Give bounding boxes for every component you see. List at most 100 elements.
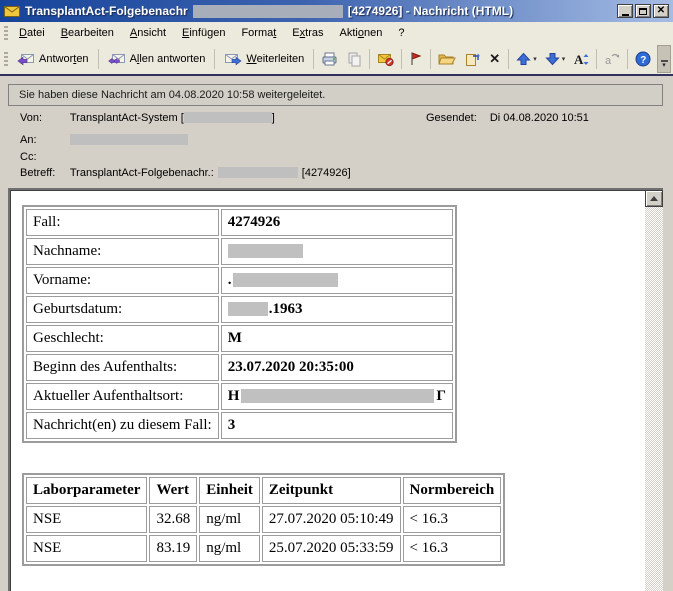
- header-row-an: An:: [20, 134, 188, 146]
- case-row-value: .1963: [221, 296, 453, 323]
- next-item-button[interactable]: ▾: [541, 49, 570, 69]
- lab-cell: NSE: [26, 535, 147, 562]
- toolbar-grip-handle[interactable]: [4, 52, 8, 67]
- forward-button[interactable]: Weiterleiten: [218, 49, 310, 69]
- an-redaction-block: [70, 134, 188, 145]
- case-row-label: Nachricht(en) zu diesem Fall:: [26, 412, 219, 439]
- toolbar-separator: [430, 49, 431, 69]
- von-redaction-block: [184, 112, 272, 123]
- svg-text:A: A: [574, 52, 584, 67]
- menu-hilfe[interactable]: ?: [390, 24, 412, 43]
- case-row-value: M: [221, 325, 453, 352]
- header-row-betreff: Betreff: TransplantAct-Folgebenachr.:[42…: [20, 167, 351, 179]
- case-info-table: Fall: 4274926 Nachname: Vorname: . Gebur…: [22, 205, 457, 443]
- junk-mail-icon: [377, 51, 394, 67]
- reply-all-icon: [108, 52, 126, 66]
- lab-cell: NSE: [26, 506, 147, 533]
- svg-text:a: a: [605, 55, 612, 67]
- case-row-value: 4274926: [221, 209, 453, 236]
- an-label: An:: [20, 134, 67, 146]
- menu-bar: Datei Bearbeiten Ansicht Einfügen Format…: [0, 22, 673, 44]
- dropdown-caret-icon: ▾: [533, 55, 537, 63]
- toolbar-options-button[interactable]: ▾: [657, 45, 671, 73]
- close-icon: ✕: [657, 6, 665, 16]
- lab-header-zeitpunkt: Zeitpunkt: [262, 477, 401, 504]
- scrollbar-up-button[interactable]: [645, 190, 663, 207]
- previous-item-button[interactable]: ▾: [512, 49, 541, 69]
- dropdown-caret-icon: ▾: [562, 55, 566, 63]
- header-row-cc: Cc:: [20, 151, 67, 163]
- forwarded-info-text: Sie haben diese Nachricht am 04.08.2020 …: [19, 89, 325, 101]
- title-bar: TransplantAct-Folgebenachr [4274926] - N…: [0, 0, 673, 22]
- gesendet-value: Di 04.08.2020 10:51: [490, 112, 589, 124]
- case-row-value: HΓ: [221, 383, 453, 410]
- betreff-redaction-block: [218, 167, 298, 178]
- junk-mail-button[interactable]: [373, 48, 398, 70]
- help-button[interactable]: ?: [631, 48, 655, 70]
- table-row: Geschlecht: M: [26, 325, 453, 352]
- nachname-redaction-block: [228, 244, 303, 258]
- toolbar-separator: [627, 49, 628, 69]
- arrow-up-icon: [516, 52, 531, 66]
- von-value: TransplantAct-System []: [70, 112, 275, 124]
- copy-button[interactable]: [342, 48, 366, 70]
- case-row-value: 3: [221, 412, 453, 439]
- delete-button[interactable]: ✕: [484, 50, 505, 68]
- table-row: Fall: 4274926: [26, 209, 453, 236]
- flag-button[interactable]: [405, 48, 427, 70]
- toolbar-separator: [98, 49, 99, 69]
- betreff-label: Betreff:: [20, 167, 67, 179]
- reply-all-button[interactable]: Allen antworten: [102, 49, 212, 69]
- toolbar-separator: [214, 49, 215, 69]
- toolbar: Antworten Allen antworten: [0, 44, 673, 76]
- menu-aktionen[interactable]: Aktionen: [331, 24, 390, 43]
- menu-ansicht[interactable]: Ansicht: [122, 24, 174, 43]
- header-row-gesendet: Gesendet: Di 04.08.2020 10:51: [426, 112, 589, 124]
- toolbar-separator: [596, 49, 597, 69]
- aufenthaltsort-redaction-block: [241, 389, 434, 403]
- translate-button[interactable]: a: [600, 49, 624, 70]
- window-title: TransplantAct-Folgebenachr [4274926] - N…: [25, 4, 513, 18]
- close-button[interactable]: ✕: [653, 4, 669, 18]
- create-rule-button[interactable]: [460, 48, 484, 70]
- table-header-row: Laborparameter Wert Einheit Zeitpunkt No…: [26, 477, 501, 504]
- von-label: Von:: [20, 112, 67, 124]
- minimize-button[interactable]: [617, 4, 633, 18]
- lab-cell: 83.19: [149, 535, 197, 562]
- menu-datei[interactable]: Datei: [11, 24, 53, 43]
- open-folder-icon: [438, 51, 456, 67]
- print-button[interactable]: [317, 48, 342, 70]
- menu-extras[interactable]: Extras: [284, 24, 331, 43]
- table-row: Vorname: .: [26, 267, 453, 294]
- arrow-down-icon: [545, 52, 560, 66]
- text-size-button[interactable]: A: [569, 49, 593, 70]
- reply-button[interactable]: Antworten: [11, 49, 95, 69]
- lab-cell: 32.68: [149, 506, 197, 533]
- maximize-icon: [639, 8, 647, 15]
- menu-grip-handle[interactable]: [4, 26, 8, 41]
- lab-cell: 27.07.2020 05:10:49: [262, 506, 401, 533]
- translate-icon: a: [604, 52, 620, 67]
- toolbar-separator: [401, 49, 402, 69]
- svg-text:?: ?: [640, 55, 646, 66]
- menu-bearbeiten[interactable]: Bearbeiten: [53, 24, 122, 43]
- table-row: Aktueller Aufenthaltsort: HΓ: [26, 383, 453, 410]
- table-row: Beginn des Aufenthalts: 23.07.2020 20:35…: [26, 354, 453, 381]
- case-row-label: Nachname:: [26, 238, 219, 265]
- menu-format[interactable]: Format: [233, 24, 284, 43]
- case-row-label: Geburtsdatum:: [26, 296, 219, 323]
- print-icon: [321, 51, 338, 67]
- help-icon: ?: [635, 51, 651, 67]
- mail-envelope-icon: [4, 5, 20, 18]
- message-window: TransplantAct-Folgebenachr [4274926] - N…: [0, 0, 673, 591]
- toolbar-options-chevron-icon: ▾: [662, 63, 666, 69]
- move-to-folder-button[interactable]: [434, 48, 460, 70]
- case-row-value: .: [221, 267, 453, 294]
- gesendet-label: Gesendet:: [426, 112, 477, 124]
- case-row-value: [221, 238, 453, 265]
- vertical-scrollbar[interactable]: [645, 190, 663, 591]
- menu-einfuegen[interactable]: Einfügen: [174, 24, 233, 43]
- maximize-button[interactable]: [635, 4, 651, 18]
- geburtsdatum-redaction-block: [228, 302, 268, 316]
- case-row-value: 23.07.2020 20:35:00: [221, 354, 453, 381]
